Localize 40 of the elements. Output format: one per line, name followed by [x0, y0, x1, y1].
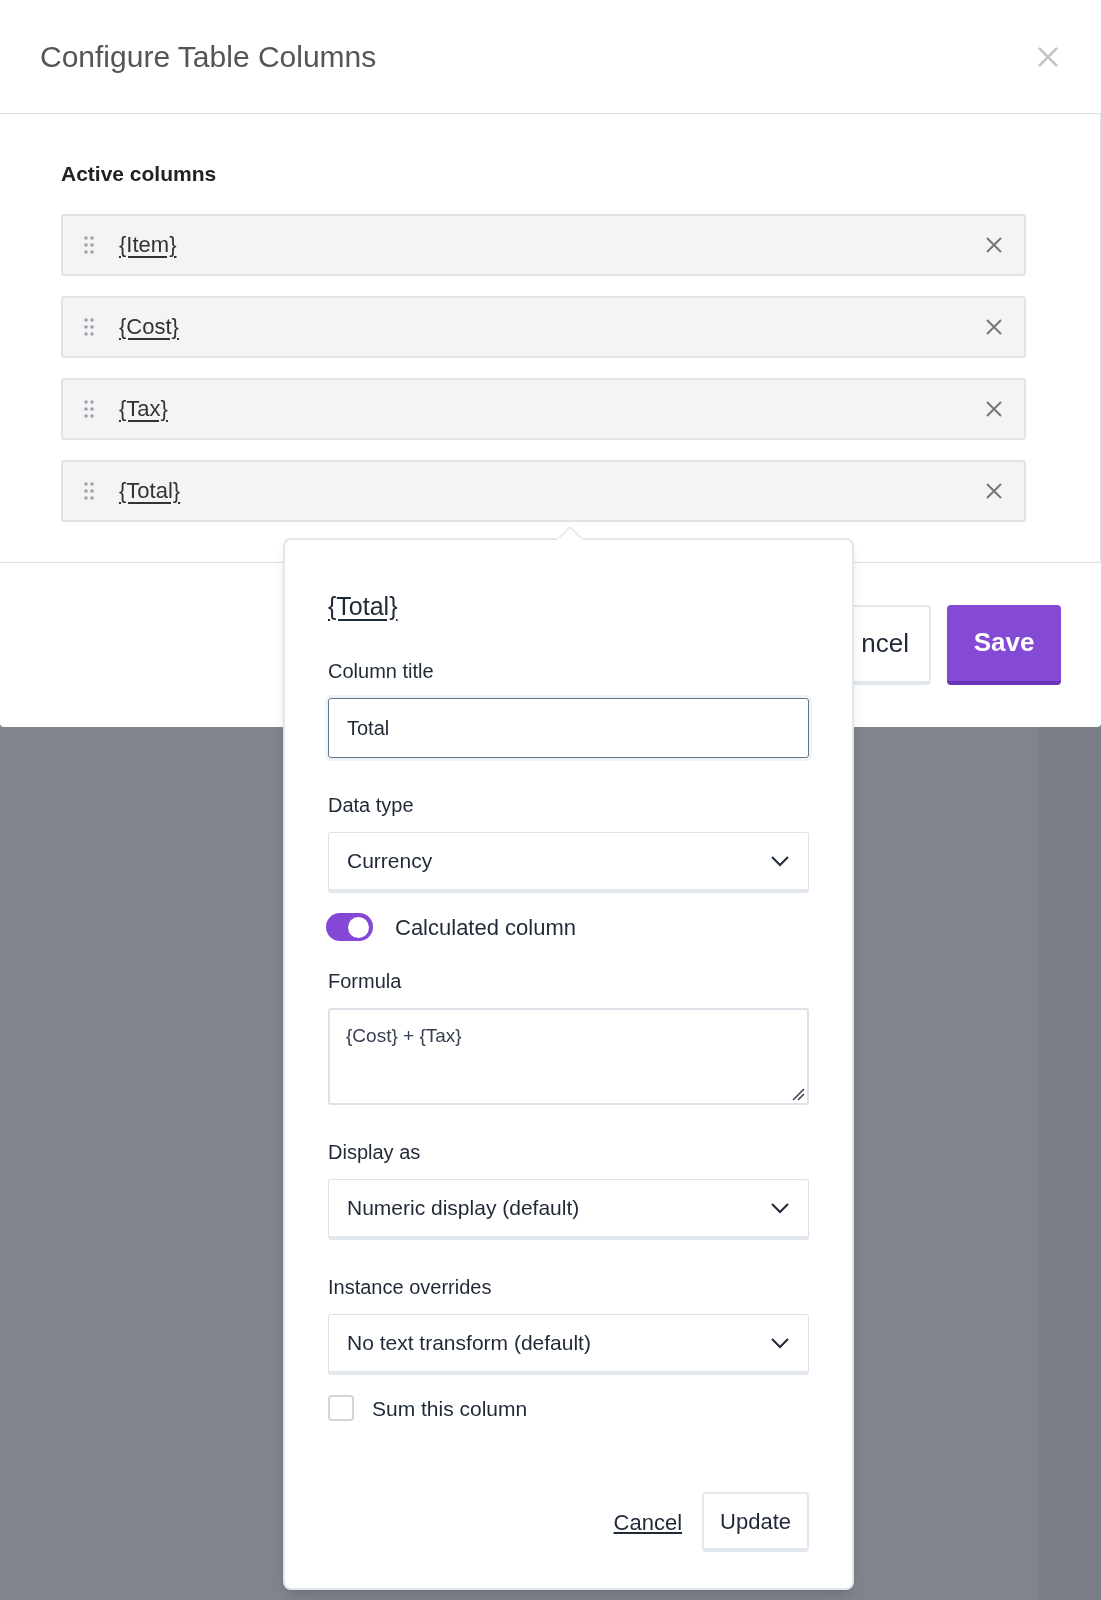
toggle-switch[interactable]: [326, 913, 373, 941]
select-dropdown[interactable]: Numeric display (default): [328, 1178, 809, 1240]
toggle-label: Calculated column: [395, 913, 576, 942]
column-row[interactable]: {Total}: [61, 459, 1026, 522]
column-label: {Tax}: [119, 395, 169, 423]
column-row[interactable]: {Item}: [61, 213, 1026, 276]
field-label: Column title: [328, 658, 435, 684]
remove-icon[interactable]: [984, 398, 1004, 419]
checkbox-label: Sum this column: [372, 1395, 528, 1422]
cancel-link[interactable]: Cancel: [613, 1505, 683, 1539]
column-row[interactable]: {Cost}: [61, 295, 1026, 358]
select-dropdown[interactable]: No text transform (default): [328, 1313, 809, 1375]
column-label: {Total}: [119, 477, 182, 505]
column-label: {Item}: [119, 231, 178, 259]
remove-icon[interactable]: [984, 234, 1004, 255]
field-label: Data type: [328, 792, 415, 818]
save-button[interactable]: Save: [947, 604, 1061, 685]
formula-field[interactable]: {Cost} + {Tax}: [328, 1007, 809, 1105]
chevron-down-icon: [770, 1201, 790, 1214]
remove-icon[interactable]: [984, 480, 1004, 501]
text-field[interactable]: Total: [328, 697, 809, 758]
update-button[interactable]: Update: [702, 1492, 809, 1552]
field-label: Instance overrides: [328, 1274, 493, 1300]
drag-handle-icon[interactable]: [83, 398, 95, 419]
checkbox[interactable]: [328, 1395, 354, 1422]
section-label: Active columns: [61, 161, 218, 187]
chevron-down-icon: [770, 854, 790, 867]
column-label: {Cost}: [119, 313, 180, 341]
select-dropdown[interactable]: Currency: [328, 831, 809, 893]
remove-icon[interactable]: [984, 316, 1004, 337]
dialog-title: Configure Table Columns: [40, 39, 377, 75]
popover-title: {Total}: [328, 591, 399, 622]
drag-handle-icon[interactable]: [83, 234, 95, 255]
field-label: Display as: [328, 1139, 422, 1165]
column-row[interactable]: {Tax}: [61, 377, 1026, 440]
chevron-down-icon: [770, 1336, 790, 1349]
field-label: Formula: [328, 968, 403, 994]
drag-handle-icon[interactable]: [83, 316, 95, 337]
resize-handle-icon[interactable]: [791, 1086, 805, 1101]
drag-handle-icon[interactable]: [83, 480, 95, 501]
